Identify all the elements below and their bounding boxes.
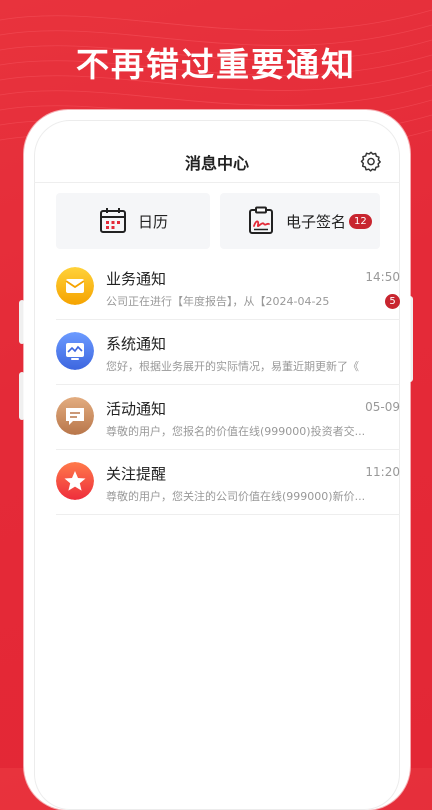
- headline: 不再错过重要通知: [76, 45, 356, 84]
- message-title: 系统通知: [106, 335, 167, 353]
- star-icon: [56, 462, 94, 500]
- gear-icon[interactable]: [360, 150, 382, 172]
- message-time: 05-09: [365, 400, 400, 414]
- calendar-card[interactable]: 日历: [56, 193, 210, 249]
- message-time: 14:50: [365, 270, 400, 284]
- esign-card[interactable]: 电子签名 12: [220, 193, 380, 249]
- nav-bar: 消息中心: [34, 120, 400, 183]
- message-item-business[interactable]: 业务通知 14:50 公司正在进行【年度报告】，从【2024-04-25 5: [56, 255, 400, 320]
- phone-frame: 消息中心 日历 电子签名 12 业务通知 14:50 公司正在进行【年度报告】，…: [24, 110, 410, 810]
- esign-label: 电子签名: [286, 212, 347, 231]
- message-snippet: 尊敬的用户，您报名的价值在线(999000)投资者交...: [106, 425, 366, 438]
- quick-actions: 日历 电子签名 12: [56, 193, 400, 249]
- esign-count-badge: 12: [349, 213, 372, 229]
- message-title: 活动通知: [106, 400, 167, 418]
- app-screen: 消息中心 日历 电子签名 12 业务通知 14:50 公司正在进行【年度报告】，…: [34, 120, 400, 810]
- message-title: 业务通知: [106, 270, 167, 288]
- message-item-activity[interactable]: 活动通知 05-09 尊敬的用户，您报名的价值在线(999000)投资者交...: [56, 385, 400, 450]
- message-snippet: 您好，根据业务展开的实际情况，易董近期更新了《: [106, 360, 359, 373]
- message-snippet: 尊敬的用户，您关注的公司价值在线(999000)新价...: [106, 490, 366, 503]
- calendar-label: 日历: [137, 212, 168, 231]
- calendar-icon: [99, 208, 126, 233]
- message-item-follow[interactable]: 关注提醒 11:20 尊敬的用户，您关注的公司价值在线(999000)新价...: [56, 450, 400, 515]
- message-time: 11:20: [365, 465, 400, 479]
- page-title: 消息中心: [184, 154, 249, 173]
- signature-icon: [249, 206, 273, 234]
- unread-count-badge: 5: [385, 294, 400, 309]
- monitor-icon: [56, 332, 94, 370]
- message-list: 业务通知 14:50 公司正在进行【年度报告】，从【2024-04-25 5 系…: [56, 255, 400, 515]
- message-title: 关注提醒: [106, 465, 167, 483]
- envelope-icon: [56, 267, 94, 305]
- chat-bubble-icon: [56, 397, 94, 435]
- message-snippet: 公司正在进行【年度报告】，从【2024-04-25: [106, 295, 330, 308]
- message-item-system[interactable]: 系统通知 您好，根据业务展开的实际情况，易董近期更新了《: [56, 320, 400, 385]
